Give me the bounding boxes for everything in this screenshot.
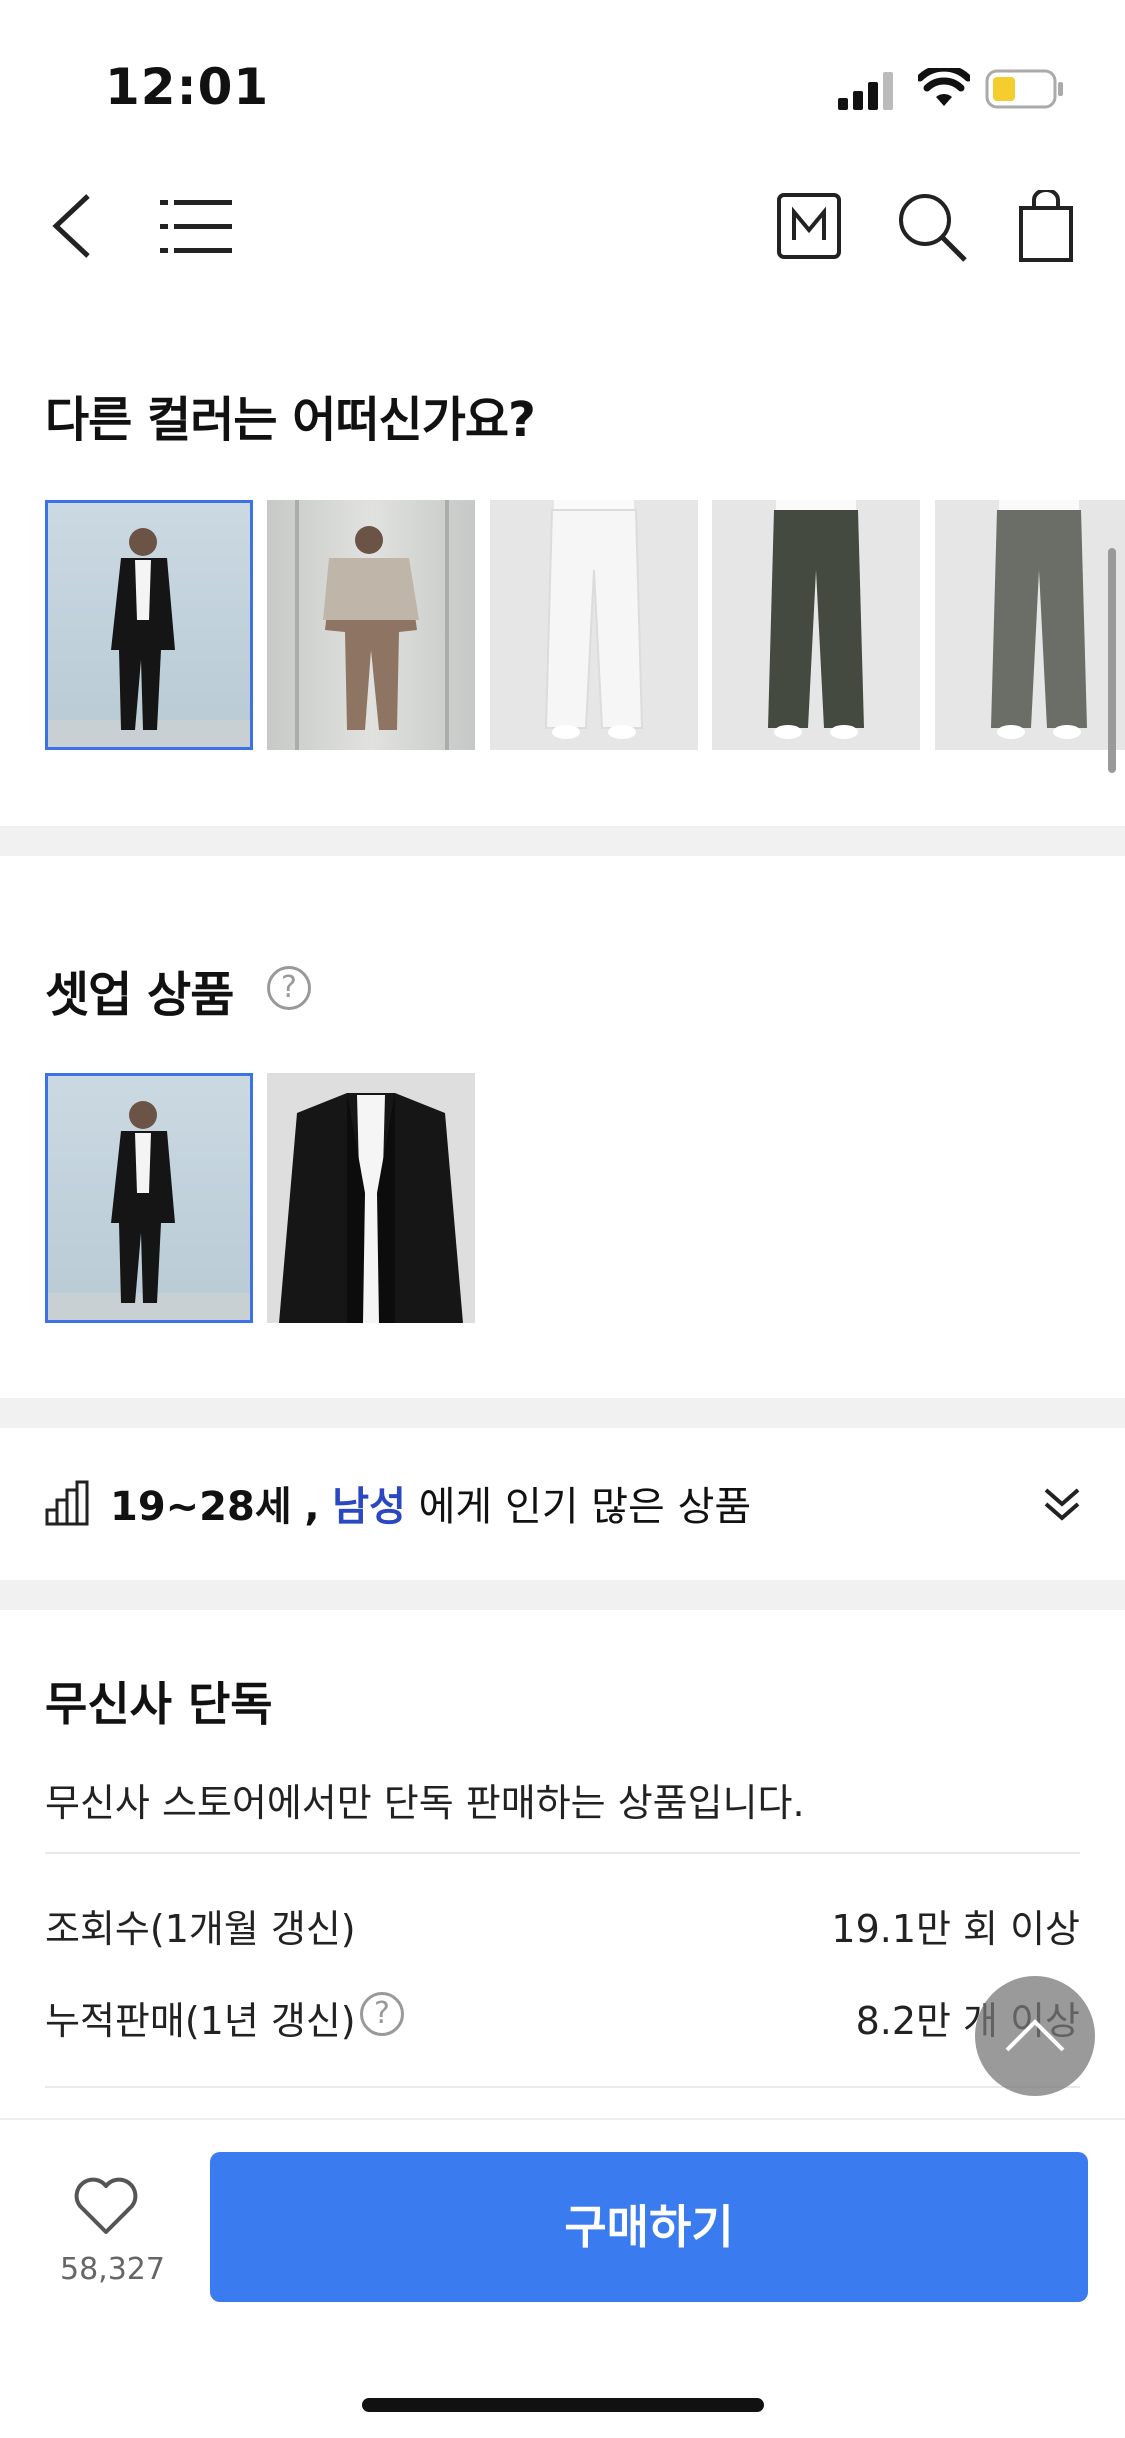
black-jacket-image — [279, 1093, 463, 1323]
section-divider — [0, 1398, 1125, 1428]
setup-item-full-look[interactable] — [45, 1073, 253, 1323]
color-swatch-beige-setup[interactable] — [267, 500, 475, 750]
model-beige-suit-image — [295, 500, 449, 750]
scrollbar[interactable] — [1108, 548, 1116, 773]
heart-icon[interactable] — [72, 2176, 140, 2236]
bar-chart-icon — [45, 1480, 89, 1526]
status-time: 12:01 — [105, 58, 270, 116]
my-page-icon[interactable] — [776, 190, 842, 262]
battery-icon — [985, 69, 1063, 109]
scroll-to-top-button[interactable] — [975, 1976, 1095, 2096]
help-icon[interactable]: ? — [267, 966, 311, 1010]
exclusive-description: 무신사 스토어에서만 단독 판매하는 상품입니다. — [45, 1781, 805, 1825]
cellular-signal-icon — [838, 72, 893, 110]
olive-pants-image — [768, 500, 864, 739]
shopping-bag-icon[interactable] — [1018, 190, 1074, 262]
row-divider — [45, 2086, 1080, 2088]
color-swatch-black-setup[interactable] — [45, 500, 253, 750]
views-label: 조회수(1개월 갱신) — [45, 1907, 356, 1951]
popular-comma: , — [304, 1484, 320, 1530]
model-black-suit-image — [45, 528, 253, 750]
search-icon[interactable] — [895, 190, 969, 262]
white-pants-image — [544, 500, 644, 739]
chevron-up-icon — [1005, 2019, 1065, 2052]
sales-label: 누적판매(1년 갱신) — [45, 1999, 356, 2043]
setup-item-jacket[interactable] — [267, 1073, 475, 1323]
color-options-title: 다른 컬러는 어떠신가요? — [45, 392, 536, 448]
popular-summary[interactable]: 19~28세 , 남성 에게 인기 많은 상품 — [110, 1474, 751, 1532]
row-divider — [45, 1852, 1080, 1854]
setup-section-title: 셋업 상품 — [45, 967, 234, 1023]
like-count: 58,327 — [60, 2252, 165, 2287]
popular-suffix: 에게 인기 많은 상품 — [418, 1484, 752, 1530]
color-swatch-gray-pants[interactable] — [935, 500, 1125, 750]
popular-age-range: 19~28세 — [110, 1484, 292, 1530]
chevron-double-down-icon[interactable] — [1042, 1484, 1082, 1524]
buy-button[interactable]: 구매하기 — [210, 2152, 1088, 2302]
section-divider — [0, 1580, 1125, 1610]
color-swatch-olive-pants[interactable] — [712, 500, 920, 750]
views-value: 19.1만 회 이상 — [831, 1907, 1080, 1951]
home-indicator — [362, 2398, 764, 2412]
model-black-suit-image — [45, 1101, 253, 1323]
help-icon[interactable]: ? — [360, 1992, 404, 2036]
exclusive-title: 무신사 단독 — [45, 1677, 273, 1731]
color-swatch-white-pants[interactable] — [490, 500, 698, 750]
section-divider — [0, 826, 1125, 856]
back-arrow-icon[interactable] — [48, 190, 98, 262]
wifi-icon — [918, 68, 970, 106]
gray-pants-image — [991, 500, 1087, 739]
popular-gender: 남성 — [332, 1484, 406, 1530]
menu-list-icon[interactable] — [160, 190, 232, 262]
